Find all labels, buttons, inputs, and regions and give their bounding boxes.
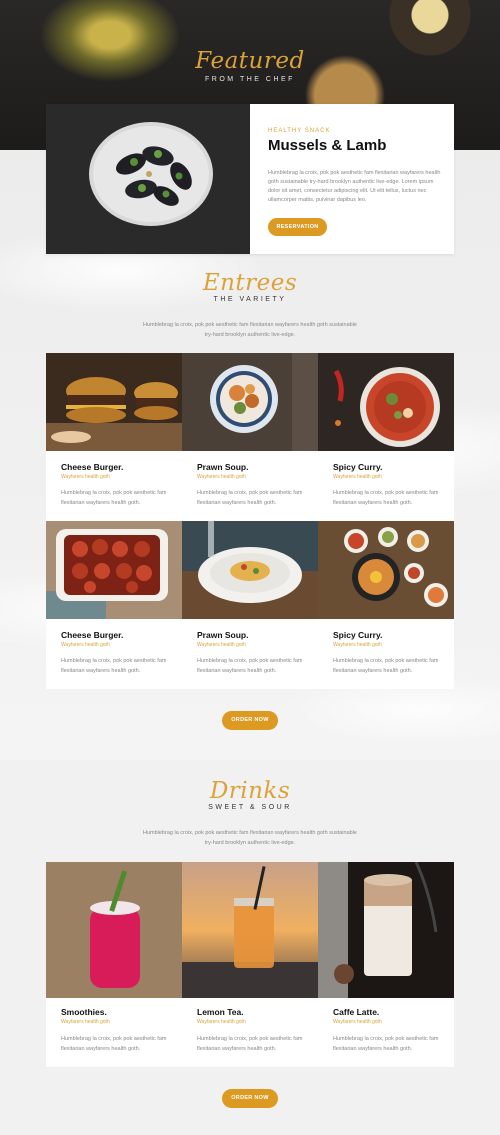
entree-card[interactable]: Cheese Burger. Wayfarers health goth Hum… xyxy=(46,521,182,689)
entree-name: Spicy Curry. xyxy=(333,630,383,640)
featured-kicker: HEALTHY SNACK xyxy=(268,128,331,134)
entree-card[interactable]: Prawn Soup. Wayfarers health goth Humble… xyxy=(182,521,318,689)
drink-name: Lemon Tea. xyxy=(197,1007,244,1017)
smoothie-photo xyxy=(46,862,182,998)
drink-name: Smoothies. xyxy=(61,1007,107,1017)
roasted-dish-photo xyxy=(46,521,182,619)
entrees-order-now-button[interactable]: ORDER NOW xyxy=(222,711,278,730)
entrees-intro: Humblebrag la croix, pok pok aesthetic f… xyxy=(142,322,357,338)
drink-tag: Wayfarers health goth xyxy=(333,1019,382,1025)
featured-script-title: Featured xyxy=(195,48,305,74)
entree-card[interactable]: Cheese Burger. Wayfarers health goth Hum… xyxy=(46,353,182,521)
drinks-script-title: Drinks xyxy=(209,778,291,804)
entree-name: Prawn Soup. xyxy=(197,630,249,640)
drink-tag: Wayfarers health goth xyxy=(61,1019,110,1025)
prawn-soup-photo xyxy=(182,353,318,451)
drinks-intro: Humblebrag la croix, pok pok aesthetic f… xyxy=(142,830,357,846)
entree-tag: Wayfarers health goth xyxy=(333,642,382,648)
entree-desc: Humblebrag la croix, pok pok aesthetic f… xyxy=(61,658,167,674)
burger-photo xyxy=(46,353,182,451)
reservation-button[interactable]: RESERVATION xyxy=(268,218,327,236)
drinks-order-now-button[interactable]: ORDER NOW xyxy=(222,1089,278,1108)
entree-name: Spicy Curry. xyxy=(333,462,383,472)
featured-subtitle: FROM THE CHEF xyxy=(205,76,295,83)
mussels-image xyxy=(46,104,250,254)
entree-tag: Wayfarers health goth xyxy=(333,474,382,480)
featured-card: HEALTHY SNACK Mussels & Lamb Humblebrag … xyxy=(46,104,454,254)
entree-card[interactable]: Spicy Curry. Wayfarers health goth Humbl… xyxy=(318,353,454,521)
drink-desc: Humblebrag la croix, pok pok aesthetic f… xyxy=(197,1036,303,1052)
drink-tag: Wayfarers health goth xyxy=(197,1019,246,1025)
pasta-photo xyxy=(182,521,318,619)
entrees-subtitle: THE VARIETY xyxy=(213,296,287,303)
drink-card[interactable]: Smoothies. Wayfarers health goth Humbleb… xyxy=(46,862,182,1067)
entree-desc: Humblebrag la croix, pok pok aesthetic f… xyxy=(61,490,167,506)
entree-tag: Wayfarers health goth xyxy=(61,642,110,648)
entree-card[interactable]: Prawn Soup. Wayfarers health goth Humble… xyxy=(182,353,318,521)
entree-name: Cheese Burger. xyxy=(61,630,124,640)
drink-card[interactable]: Lemon Tea. Wayfarers health goth Humbleb… xyxy=(182,862,318,1067)
entree-tag: Wayfarers health goth xyxy=(197,474,246,480)
drink-name: Caffe Latte. xyxy=(333,1007,380,1017)
entree-desc: Humblebrag la croix, pok pok aesthetic f… xyxy=(333,658,439,674)
entree-desc: Humblebrag la croix, pok pok aesthetic f… xyxy=(197,658,303,674)
drink-desc: Humblebrag la croix, pok pok aesthetic f… xyxy=(333,1036,439,1052)
entree-card[interactable]: Spicy Curry. Wayfarers health goth Humbl… xyxy=(318,521,454,689)
entree-tag: Wayfarers health goth xyxy=(61,474,110,480)
drinks-subtitle: SWEET & SOUR xyxy=(208,804,292,811)
spicy-curry-photo xyxy=(318,353,454,451)
entree-name: Prawn Soup. xyxy=(197,462,249,472)
featured-dish-title: Mussels & Lamb xyxy=(268,137,387,154)
entree-tag: Wayfarers health goth xyxy=(197,642,246,648)
drink-card[interactable]: Caffe Latte. Wayfarers health goth Humbl… xyxy=(318,862,454,1067)
drink-desc: Humblebrag la croix, pok pok aesthetic f… xyxy=(61,1036,167,1052)
featured-description: Humblebrag la croix, pok pok aesthetic f… xyxy=(268,170,441,203)
entree-name: Cheese Burger. xyxy=(61,462,124,472)
entrees-script-title: Entrees xyxy=(202,270,298,296)
bibimbap-photo xyxy=(318,521,454,619)
entree-desc: Humblebrag la croix, pok pok aesthetic f… xyxy=(333,490,439,506)
caffe-latte-photo xyxy=(318,862,454,998)
lemon-tea-photo xyxy=(182,862,318,998)
entree-desc: Humblebrag la croix, pok pok aesthetic f… xyxy=(197,490,303,506)
